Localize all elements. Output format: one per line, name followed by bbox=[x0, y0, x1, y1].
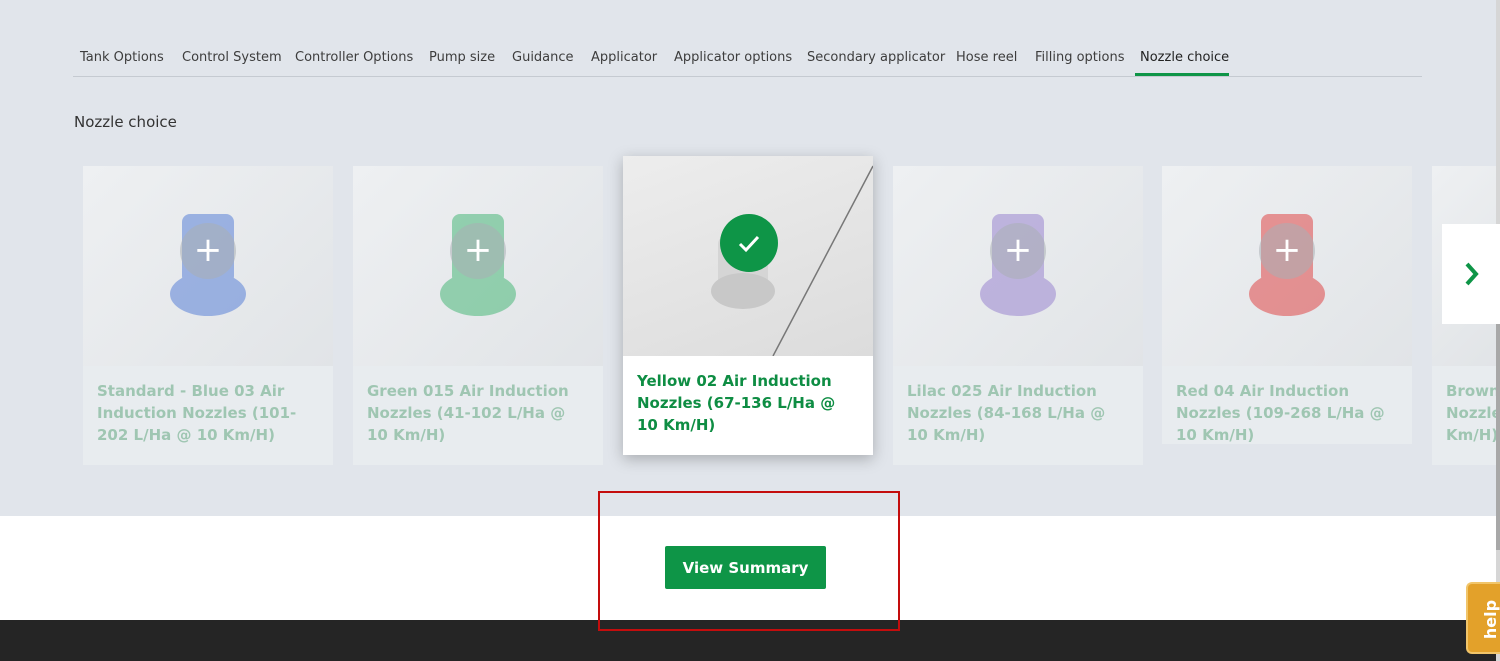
tab-pump-size[interactable]: Pump size bbox=[429, 50, 495, 65]
help-tab[interactable]: help bbox=[1466, 582, 1500, 654]
plus-icon: + bbox=[990, 223, 1046, 279]
card-label: Standard - Blue 03 Air Induction Nozzles… bbox=[97, 382, 297, 444]
card-label: Yellow 02 Air Induction Nozzles (67-136 … bbox=[637, 372, 836, 434]
nozzle-image: + bbox=[1162, 166, 1412, 366]
check-icon bbox=[720, 214, 778, 272]
nozzle-card-lilac-025[interactable]: + Lilac 025 Air Induction Nozzles (84-16… bbox=[893, 166, 1143, 465]
tab-filling-options[interactable]: Filling options bbox=[1035, 50, 1124, 65]
carousel-next-button[interactable] bbox=[1442, 224, 1500, 324]
tab-nozzle-choice[interactable]: Nozzle choice bbox=[1140, 50, 1229, 65]
nozzle-image: + bbox=[83, 166, 333, 366]
help-label: help bbox=[1481, 599, 1500, 640]
nozzle-image bbox=[623, 156, 873, 356]
tab-hose-reel[interactable]: Hose reel bbox=[956, 50, 1017, 65]
tab-guidance[interactable]: Guidance bbox=[512, 50, 574, 65]
card-label: Brown Nozzle Km/H) bbox=[1446, 382, 1500, 444]
plus-icon: + bbox=[180, 223, 236, 279]
section-title: Nozzle choice bbox=[74, 113, 177, 131]
nozzle-card-green-015[interactable]: + Green 015 Air Induction Nozzles (41-10… bbox=[353, 166, 603, 465]
plus-icon: + bbox=[450, 223, 506, 279]
nozzle-card-red-04[interactable]: + Red 04 Air Induction Nozzles (109-268 … bbox=[1162, 166, 1412, 444]
chevron-right-icon bbox=[1465, 262, 1479, 286]
nozzle-image: + bbox=[353, 166, 603, 366]
card-label: Red 04 Air Induction Nozzles (109-268 L/… bbox=[1176, 382, 1385, 444]
view-summary-button[interactable]: View Summary bbox=[665, 546, 826, 589]
card-label: Green 015 Air Induction Nozzles (41-102 … bbox=[367, 382, 569, 444]
footer bbox=[0, 620, 1500, 661]
plus-icon: + bbox=[1259, 223, 1315, 279]
tab-applicator-options[interactable]: Applicator options bbox=[674, 50, 792, 65]
active-tab-indicator bbox=[1135, 73, 1229, 76]
tab-applicator[interactable]: Applicator bbox=[591, 50, 657, 65]
card-label: Lilac 025 Air Induction Nozzles (84-168 … bbox=[907, 382, 1106, 444]
tab-secondary-applicator[interactable]: Secondary applicator bbox=[807, 50, 945, 65]
nozzle-card-yellow-02[interactable]: Yellow 02 Air Induction Nozzles (67-136 … bbox=[623, 156, 873, 455]
nozzle-card-blue-03[interactable]: + Standard - Blue 03 Air Induction Nozzl… bbox=[83, 166, 333, 465]
tab-tank-options[interactable]: Tank Options bbox=[80, 50, 164, 65]
nozzle-image: + bbox=[893, 166, 1143, 366]
tab-controller-options[interactable]: Controller Options bbox=[295, 50, 413, 65]
scrollbar-thumb[interactable] bbox=[1496, 320, 1500, 550]
tab-control-system[interactable]: Control System bbox=[182, 50, 282, 65]
